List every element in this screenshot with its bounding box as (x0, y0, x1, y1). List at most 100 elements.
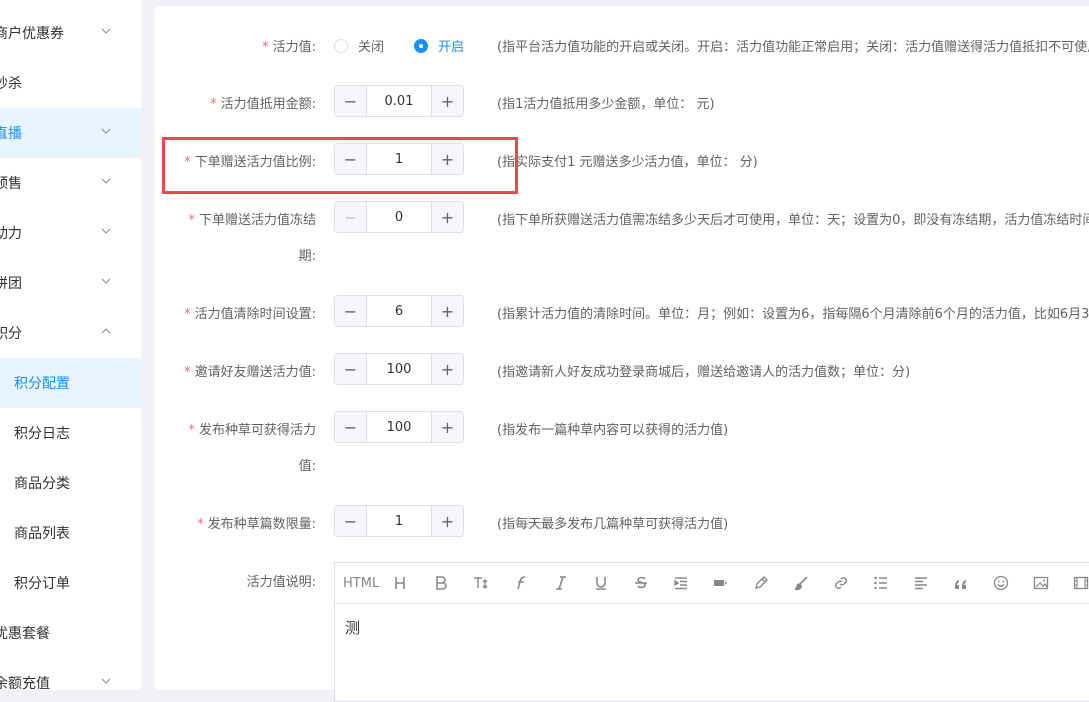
sidebar-item-label: 商品分类 (14, 476, 70, 492)
editor-content[interactable]: 测 (345, 617, 360, 638)
invite-value[interactable]: 100 (367, 354, 431, 384)
chevron-down-icon (101, 228, 111, 234)
required-mark: * (188, 213, 195, 228)
sidebar-item-points-config[interactable]: 积分配置 (0, 358, 141, 408)
sidebar-item-label: 积分 (0, 326, 22, 342)
sidebar-item-label: 积分日志 (14, 426, 70, 442)
sidebar-item-group-buy[interactable]: 拼团 (0, 258, 141, 308)
sidebar-item-discount-package[interactable]: 优惠套餐 (0, 608, 141, 658)
freeze-label: * 下单赠送活力值冻结 (188, 209, 316, 228)
radio-circle (414, 38, 428, 53)
increment-button[interactable]: + (431, 354, 463, 384)
sidebar-item-points[interactable]: 积分 (0, 308, 141, 358)
label-text: 活力值: (272, 40, 316, 55)
brush-icon[interactable] (793, 573, 809, 593)
emoji-icon[interactable] (993, 573, 1009, 593)
sidebar-item-assist[interactable]: 助力 (0, 208, 141, 258)
align-icon[interactable] (913, 573, 929, 593)
chevron-down-icon (101, 28, 111, 34)
label-text: 发布种草篇数限量: (207, 517, 316, 532)
sidebar-item-product-category[interactable]: 商品分类 (0, 458, 141, 508)
deduct-hint: (指1活力值抵用多少金额，单位： 元) (497, 97, 715, 112)
line-height-icon[interactable] (713, 573, 729, 593)
decrement-button[interactable]: − (335, 506, 367, 536)
video-icon[interactable] (1073, 573, 1089, 593)
sidebar-item-product-list[interactable]: 商品列表 (0, 508, 141, 558)
sidebar-item-label: 积分配置 (14, 376, 70, 392)
font-family-icon[interactable] (513, 573, 529, 593)
required-mark: * (184, 365, 191, 380)
indent-icon[interactable] (673, 573, 689, 593)
pencil-icon[interactable] (753, 573, 769, 593)
font-size-icon[interactable] (473, 573, 489, 593)
sidebar-item-seckill[interactable]: 秒杀 (0, 58, 141, 108)
decrement-button[interactable]: − (335, 412, 367, 442)
sidebar-item-label: 助力 (0, 226, 22, 242)
radio-off-label: 关闭 (358, 40, 385, 55)
ratio-hint: (指实际支付1 元赠送多少活力值，单位： 分) (497, 155, 758, 170)
sidebar-item-balance-recharge[interactable]: 余额充值 (0, 658, 141, 690)
limit-value[interactable]: 1 (367, 506, 431, 536)
required-mark: * (262, 40, 269, 55)
sidebar-item-live[interactable]: 直播 (0, 108, 141, 158)
image-icon[interactable] (1033, 573, 1049, 593)
limit-label: * 发布种草篇数限量: (197, 513, 316, 532)
increment-button[interactable]: + (431, 506, 463, 536)
strikethrough-icon[interactable] (633, 573, 649, 593)
invite-stepper: − 100 + (334, 353, 464, 385)
limit-hint: (指每天最多发布几篇种草可获得活力值) (497, 517, 729, 532)
decrement-button[interactable]: − (335, 296, 367, 326)
sidebar-item-presale[interactable]: 预售 (0, 158, 141, 208)
decrement-button[interactable]: − (335, 86, 367, 116)
radio-off[interactable]: 关闭 (334, 36, 384, 55)
freeze-hint: (指下单所获赠送活力值需冻结多少天后才可使用，单位：天；设置为0，即没有冻结期，… (497, 213, 1089, 228)
heading-icon[interactable] (393, 573, 409, 593)
layout-gap (141, 0, 155, 690)
increment-button[interactable]: + (431, 412, 463, 442)
deduct-value[interactable]: 0.01 (367, 86, 431, 116)
underline-icon[interactable] (593, 573, 609, 593)
required-mark: * (210, 97, 217, 112)
decrement-button[interactable]: − (335, 354, 367, 384)
label-text: 邀请好友赠送活力值: (194, 365, 316, 380)
increment-button[interactable]: + (431, 296, 463, 326)
sidebar-item-label: 优惠套餐 (0, 626, 50, 642)
quote-icon[interactable] (953, 573, 969, 593)
bold-icon[interactable] (433, 573, 449, 593)
list-icon[interactable] (873, 573, 889, 593)
clear-label: * 活力值清除时间设置: (184, 303, 316, 322)
desc-label: 活力值说明: (246, 575, 316, 590)
sidebar-item-label: 商品列表 (14, 526, 70, 542)
activity-toggle-label: * 活力值: (262, 36, 316, 55)
post-stepper: − 100 + (334, 411, 464, 443)
clear-hint: (指累计活力值的清除时间。单位：月；例如：设置为6，指每隔6个月清除前6个月的活… (497, 307, 1089, 322)
post-value[interactable]: 100 (367, 412, 431, 442)
chevron-up-icon (101, 328, 111, 334)
sidebar-item-points-orders[interactable]: 积分订单 (0, 558, 141, 608)
html-button[interactable]: HTML (343, 573, 379, 593)
sidebar-item-points-log[interactable]: 积分日志 (0, 408, 141, 458)
chevron-down-icon (101, 128, 111, 134)
decrement-button[interactable]: − (335, 202, 367, 232)
radio-on[interactable]: 开启 (414, 36, 464, 55)
increment-button[interactable]: + (431, 202, 463, 232)
link-icon[interactable] (833, 573, 849, 593)
freeze-value[interactable]: 0 (367, 202, 431, 232)
increment-button[interactable]: + (431, 86, 463, 116)
sidebar-item-merchant-coupon[interactable]: 商户优惠券 (0, 8, 141, 58)
chevron-down-icon (101, 178, 111, 184)
label-text: 发布种草可获得活力 (198, 423, 316, 438)
sidebar-item-label: 拼团 (0, 276, 22, 292)
required-mark: * (197, 517, 204, 532)
label-text: 活力值抵用金额: (220, 97, 316, 112)
deduct-label: * 活力值抵用金额: (210, 93, 316, 112)
freeze-label-line2: 期: (298, 249, 316, 264)
rich-text-editor: HTML 测 (334, 562, 1089, 702)
limit-stepper: − 1 + (334, 505, 464, 537)
required-mark: * (188, 423, 195, 438)
clear-value[interactable]: 6 (367, 296, 431, 326)
post-hint: (指发布一篇种草内容可以获得的活力值) (497, 423, 729, 438)
chevron-down-icon (101, 678, 111, 684)
sidebar-item-label: 余额充值 (0, 676, 50, 690)
italic-icon[interactable] (553, 573, 569, 593)
